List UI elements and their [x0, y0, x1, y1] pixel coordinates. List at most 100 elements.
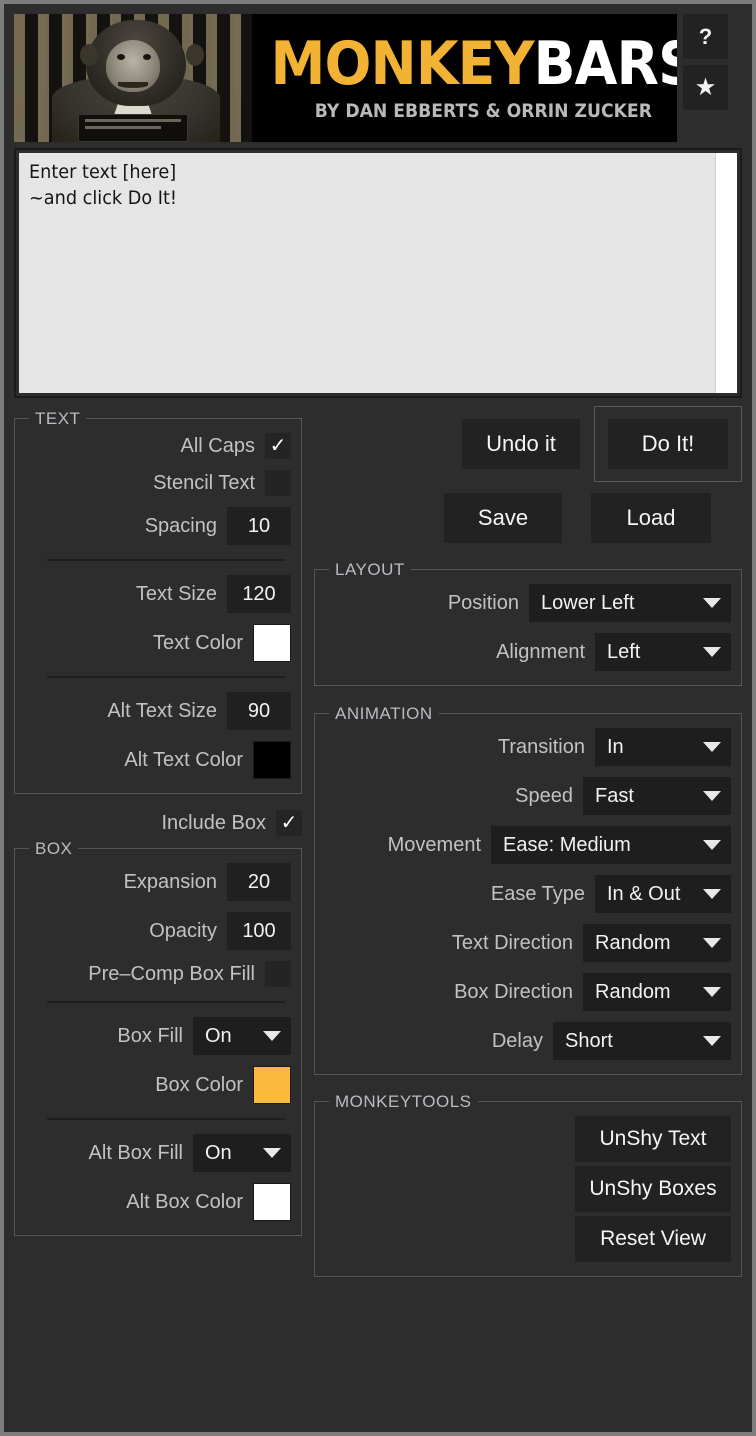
mugshot-placard [78, 114, 188, 142]
box-divider-2 [47, 1118, 285, 1120]
box-direction-dropdown[interactable]: Random [583, 973, 731, 1011]
do-it-button-focus-ring: Do It! [594, 406, 742, 482]
all-caps-label: All Caps [181, 435, 255, 458]
box-fill-value: On [205, 1025, 232, 1048]
row-include-box: Include Box ✓ [14, 810, 302, 836]
text-color-swatch[interactable] [253, 624, 291, 662]
movement-label: Movement [388, 834, 481, 857]
ease-type-dropdown[interactable]: In & Out [595, 875, 731, 913]
row-position: Position Lower Left [325, 584, 731, 622]
row-ease-type: Ease Type In & Out [325, 875, 731, 913]
chimp-ear-left [80, 44, 98, 66]
row-alt-box-color: Alt Box Color [25, 1183, 291, 1221]
box-color-label: Box Color [155, 1074, 243, 1097]
alt-text-color-swatch[interactable] [253, 741, 291, 779]
speed-value: Fast [595, 785, 634, 808]
left-column: TEXT All Caps ✓ Stencil Text Spacing 10 … [14, 406, 302, 1434]
all-caps-checkbox[interactable]: ✓ [265, 433, 291, 459]
expansion-input[interactable]: 20 [227, 863, 291, 901]
transition-dropdown[interactable]: In [595, 728, 731, 766]
text-divider-2 [47, 676, 285, 678]
delay-dropdown[interactable]: Short [553, 1022, 731, 1060]
alt-box-fill-label: Alt Box Fill [89, 1142, 183, 1165]
unshy-boxes-button[interactable]: UnShy Boxes [575, 1166, 731, 1212]
reset-view-button[interactable]: Reset View [575, 1216, 731, 1262]
row-movement: Movement Ease: Medium [325, 826, 731, 864]
monkeytools-group-title: MONKEYTOOLS [329, 1092, 478, 1112]
box-direction-value: Random [595, 981, 671, 1004]
row-speed: Speed Fast [325, 777, 731, 815]
main-content: TEXT All Caps ✓ Stencil Text Spacing 10 … [14, 406, 742, 1434]
alignment-dropdown[interactable]: Left [595, 633, 731, 671]
monkeybars-panel: MONKEYBARS BY DAN EBBERTS & ORRIN ZUCKER… [0, 0, 756, 1436]
row-box-color: Box Color [25, 1066, 291, 1104]
alt-box-fill-value: On [205, 1142, 232, 1165]
chimp-ear-right [186, 44, 204, 66]
favorite-star-button[interactable]: ★ [683, 65, 728, 110]
row-box-direction: Box Direction Random [325, 973, 731, 1011]
text-size-input[interactable]: 120 [227, 575, 291, 613]
include-box-checkbox[interactable]: ✓ [276, 810, 302, 836]
row-precomp-box-fill: Pre–Comp Box Fill [25, 961, 291, 987]
load-button[interactable]: Load [591, 493, 711, 543]
header: MONKEYBARS BY DAN EBBERTS & ORRIN ZUCKER… [14, 14, 742, 142]
undo-it-button[interactable]: Undo it [462, 419, 580, 469]
movement-value: Ease: Medium [503, 834, 631, 857]
ease-type-value: In & Out [607, 883, 680, 906]
app-title-bars: BARS [534, 29, 677, 99]
help-button[interactable]: ? [683, 14, 728, 59]
chevron-down-icon [703, 987, 721, 997]
transition-label: Transition [498, 736, 585, 759]
row-text-color: Text Color [25, 624, 291, 662]
spacing-input[interactable]: 10 [227, 507, 291, 545]
text-divider-1 [47, 559, 285, 561]
save-button[interactable]: Save [444, 493, 562, 543]
alignment-value: Left [607, 641, 640, 664]
stencil-text-checkbox[interactable] [265, 470, 291, 496]
banner: MONKEYBARS BY DAN EBBERTS & ORRIN ZUCKER [14, 14, 677, 142]
precomp-box-fill-checkbox[interactable] [265, 961, 291, 987]
box-divider-1 [47, 1001, 285, 1003]
chimpanzee-mugshot-image [14, 14, 252, 142]
right-column: Undo it Do It! Save Load LAYOUT Position… [314, 406, 742, 1434]
row-alt-text-size: Alt Text Size 90 [25, 692, 291, 730]
opacity-input[interactable]: 100 [227, 912, 291, 950]
box-group-title: BOX [29, 839, 78, 859]
unshy-text-button[interactable]: UnShy Text [575, 1116, 731, 1162]
monkeytools-group: MONKEYTOOLS UnShy Text UnShy Boxes Reset… [314, 1101, 742, 1277]
delay-label: Delay [492, 1030, 543, 1053]
movement-dropdown[interactable]: Ease: Medium [491, 826, 731, 864]
speed-dropdown[interactable]: Fast [583, 777, 731, 815]
text-settings-group: TEXT All Caps ✓ Stencil Text Spacing 10 … [14, 418, 302, 794]
text-direction-dropdown[interactable]: Random [583, 924, 731, 962]
chevron-down-icon [703, 791, 721, 801]
editor-scrollbar[interactable] [715, 153, 737, 393]
chevron-down-icon [703, 840, 721, 850]
do-it-button[interactable]: Do It! [608, 419, 728, 469]
app-wordmark: MONKEYBARS BY DAN EBBERTS & ORRIN ZUCKER [252, 34, 677, 122]
row-delay: Delay Short [325, 1022, 731, 1060]
box-color-swatch[interactable] [253, 1066, 291, 1104]
text-group-title: TEXT [29, 409, 86, 429]
row-text-direction: Text Direction Random [325, 924, 731, 962]
box-fill-dropdown[interactable]: On [193, 1017, 291, 1055]
alt-text-color-label: Alt Text Color [124, 749, 243, 772]
position-dropdown[interactable]: Lower Left [529, 584, 731, 622]
row-all-caps: All Caps ✓ [25, 433, 291, 459]
row-alt-text-color: Alt Text Color [25, 741, 291, 779]
alt-box-color-swatch[interactable] [253, 1183, 291, 1221]
speed-label: Speed [515, 785, 573, 808]
chevron-down-icon [703, 598, 721, 608]
layout-settings-group: LAYOUT Position Lower Left Alignment Lef… [314, 569, 742, 686]
chevron-down-icon [703, 742, 721, 752]
animation-settings-group: ANIMATION Transition In Speed Fast [314, 713, 742, 1075]
monkeytools-buttons: UnShy Text UnShy Boxes Reset View [325, 1116, 731, 1262]
alt-text-size-input[interactable]: 90 [227, 692, 291, 730]
alt-box-fill-dropdown[interactable]: On [193, 1134, 291, 1172]
row-alt-box-fill: Alt Box Fill On [25, 1134, 291, 1172]
text-editor-input[interactable]: Enter text [here] ~and click Do It! [19, 153, 715, 393]
text-direction-value: Random [595, 932, 671, 955]
row-text-size: Text Size 120 [25, 575, 291, 613]
row-transition: Transition In [325, 728, 731, 766]
text-size-label: Text Size [136, 583, 217, 606]
